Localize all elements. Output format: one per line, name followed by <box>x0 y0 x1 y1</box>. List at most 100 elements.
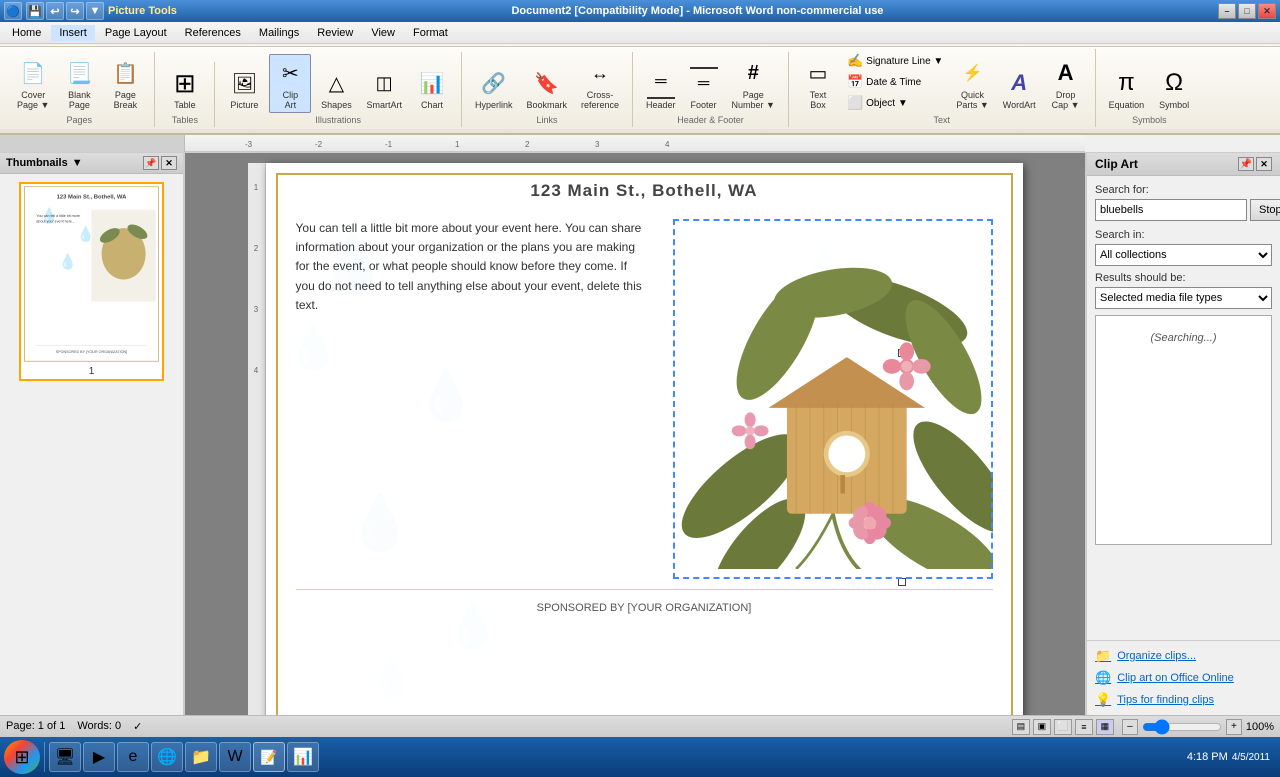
menu-review[interactable]: Review <box>309 25 361 41</box>
zoom-slider[interactable] <box>1142 721 1222 733</box>
menu-insert[interactable]: Insert <box>51 25 95 41</box>
wordart-button[interactable]: A WordArt <box>998 64 1041 113</box>
clipart-pin[interactable]: 📌 <box>1238 157 1254 171</box>
page-number-button[interactable]: # PageNumber ▼ <box>727 54 780 113</box>
shapes-icon: △ <box>320 67 352 99</box>
undo-quick[interactable]: ↩ <box>46 2 64 20</box>
clipart-close[interactable]: ✕ <box>1256 157 1272 171</box>
table-button[interactable]: ⊞ Table <box>164 64 206 113</box>
title-bar-left: 🔵 💾 ↩ ↪ ▼ Picture Tools <box>4 2 177 20</box>
view-layout[interactable]: ▣ <box>1033 719 1051 735</box>
selection-handle-ml[interactable] <box>898 578 906 586</box>
taskbar-explorer[interactable]: 🖥 <box>49 742 81 772</box>
picture-tools-label: Picture Tools <box>108 5 177 17</box>
pages-group-label: Pages <box>66 115 92 125</box>
smartart-icon: ◫ <box>368 67 400 99</box>
view-normal[interactable]: ▤ <box>1012 719 1030 735</box>
menu-view[interactable]: View <box>363 25 403 41</box>
thumbnail-page-1[interactable]: 💧 💧 💧 123 Main St., Bothell, WA You can … <box>19 182 164 381</box>
hyperlink-button[interactable]: 🔗 Hyperlink <box>470 64 518 113</box>
taskbar-word-active[interactable]: 📝 <box>253 742 285 772</box>
results-type-select[interactable]: Selected media file types All media file… <box>1095 287 1272 309</box>
floral-image[interactable] <box>673 219 993 579</box>
taskbar-excel[interactable]: 📊 <box>287 742 319 772</box>
search-go-button[interactable]: Stop <box>1250 199 1280 221</box>
taskbar-media[interactable]: ▶ <box>83 742 115 772</box>
text-box-button[interactable]: ▭ TextBox <box>797 54 839 113</box>
clock: 4:18 PM <box>1187 751 1228 763</box>
cover-page-button[interactable]: 📄 CoverPage ▼ <box>12 54 54 113</box>
spell-check-icon[interactable]: ✓ <box>133 720 142 733</box>
search-in-select[interactable]: All collections My Collections Office Co… <box>1095 244 1272 266</box>
thumbnails-close[interactable]: ✕ <box>161 156 177 170</box>
date-time-button[interactable]: 📅 Date & Time <box>843 72 947 92</box>
organize-clips-link[interactable]: 📁 Organize clips... <box>1095 645 1272 667</box>
search-input[interactable] <box>1095 199 1247 221</box>
ruler-container: -3 -2 -1 1 2 3 4 <box>0 135 1280 153</box>
text-group-label: Text <box>934 115 951 125</box>
symbol-button[interactable]: Ω Symbol <box>1153 64 1195 113</box>
maximize-button[interactable]: □ <box>1238 3 1256 19</box>
header-button[interactable]: ═ Header <box>641 64 681 113</box>
start-button[interactable]: ⊞ <box>4 740 40 774</box>
svg-text:-3: -3 <box>245 140 253 149</box>
svg-text:-2: -2 <box>315 140 323 149</box>
taskbar-ie[interactable]: e <box>117 742 149 772</box>
thumbnails-controls: 📌 ✕ <box>143 156 177 170</box>
system-tray: 4:18 PM 4/5/2011 <box>1181 751 1276 763</box>
customize-quick[interactable]: ▼ <box>86 2 104 20</box>
office-online-link[interactable]: 🌐 Clip art on Office Online <box>1095 667 1272 689</box>
footer-icon: ═ <box>690 67 718 99</box>
taskbar-folder[interactable]: 📁 <box>185 742 217 772</box>
view-web[interactable]: ≡ <box>1075 719 1093 735</box>
redo-quick[interactable]: ↪ <box>66 2 84 20</box>
ribbon-group-links: 🔗 Hyperlink 🔖 Bookmark ↔ Cross-reference… <box>462 52 633 127</box>
picture-button[interactable]: 🖼 Picture <box>223 64 265 113</box>
links-group-label: Links <box>536 115 557 125</box>
bookmark-button[interactable]: 🔖 Bookmark <box>521 64 572 113</box>
signature-line-button[interactable]: ✍ Signature Line ▼ <box>843 51 947 71</box>
taskbar-chrome[interactable]: 🌐 <box>151 742 183 772</box>
svg-text:1: 1 <box>455 140 460 149</box>
smartart-button[interactable]: ◫ SmartArt <box>361 64 407 113</box>
ruler-vertical: 1234 <box>248 163 266 715</box>
zoom-out-button[interactable]: – <box>1122 719 1138 735</box>
quick-parts-button[interactable]: ⚡ QuickParts ▼ <box>951 54 993 113</box>
page-content: You can tell a little bit more about you… <box>266 209 1023 589</box>
document-area[interactable]: 1234 💧 💧 💧 💧 💧 💧 💧 💧 <box>185 153 1085 715</box>
quick-parts-icon: ⚡ <box>957 57 989 89</box>
taskbar-word[interactable]: W <box>219 742 251 772</box>
thumbnails-pin[interactable]: 📌 <box>143 156 159 170</box>
view-draft[interactable]: ▦ <box>1096 719 1114 735</box>
tips-link[interactable]: 💡 Tips for finding clips <box>1095 689 1272 711</box>
menu-page-layout[interactable]: Page Layout <box>97 25 175 41</box>
cross-reference-button[interactable]: ↔ Cross-reference <box>576 54 624 113</box>
menu-mailings[interactable]: Mailings <box>251 25 307 41</box>
shapes-button[interactable]: △ Shapes <box>315 64 357 113</box>
chart-button[interactable]: 📊 Chart <box>411 64 453 113</box>
ribbon-group-illustrations: 🖼 Picture ✂ ClipArt △ Shapes ◫ SmartArt … <box>215 52 462 127</box>
svg-text:SPONSORED BY [YOUR ORGANIZATIO: SPONSORED BY [YOUR ORGANIZATION] <box>56 350 127 354</box>
page-break-button[interactable]: 📋 PageBreak <box>104 54 146 113</box>
menu-format[interactable]: Format <box>405 25 456 41</box>
thumbnails-panel: Thumbnails ▼ 📌 ✕ 💧 💧 💧 <box>0 153 185 715</box>
ruler-horizontal: -3 -2 -1 1 2 3 4 <box>185 135 1085 153</box>
save-quick[interactable]: 💾 <box>26 2 44 20</box>
blank-page-button[interactable]: 📃 BlankPage <box>58 54 100 113</box>
menu-home[interactable]: Home <box>4 25 49 41</box>
equation-button[interactable]: π Equation <box>1104 64 1150 113</box>
object-button[interactable]: ⬜ Object ▼ <box>843 93 947 113</box>
view-fullscreen[interactable]: ⬜ <box>1054 719 1072 735</box>
footer-button[interactable]: ═ Footer <box>685 64 723 113</box>
close-button[interactable]: ✕ <box>1258 3 1276 19</box>
office-button[interactable]: 🔵 <box>4 2 22 20</box>
thumbnails-dropdown-arrow[interactable]: ▼ <box>72 157 83 169</box>
view-buttons: ▤ ▣ ⬜ ≡ ▦ <box>1012 719 1114 735</box>
minimize-button[interactable]: – <box>1218 3 1236 19</box>
menu-references[interactable]: References <box>177 25 249 41</box>
search-in-label: Search in: <box>1095 229 1272 241</box>
window-controls: – □ ✕ <box>1218 3 1276 19</box>
zoom-in-button[interactable]: + <box>1226 719 1242 735</box>
drop-cap-button[interactable]: A DropCap ▼ <box>1045 54 1087 113</box>
clip-art-button[interactable]: ✂ ClipArt <box>269 54 311 113</box>
